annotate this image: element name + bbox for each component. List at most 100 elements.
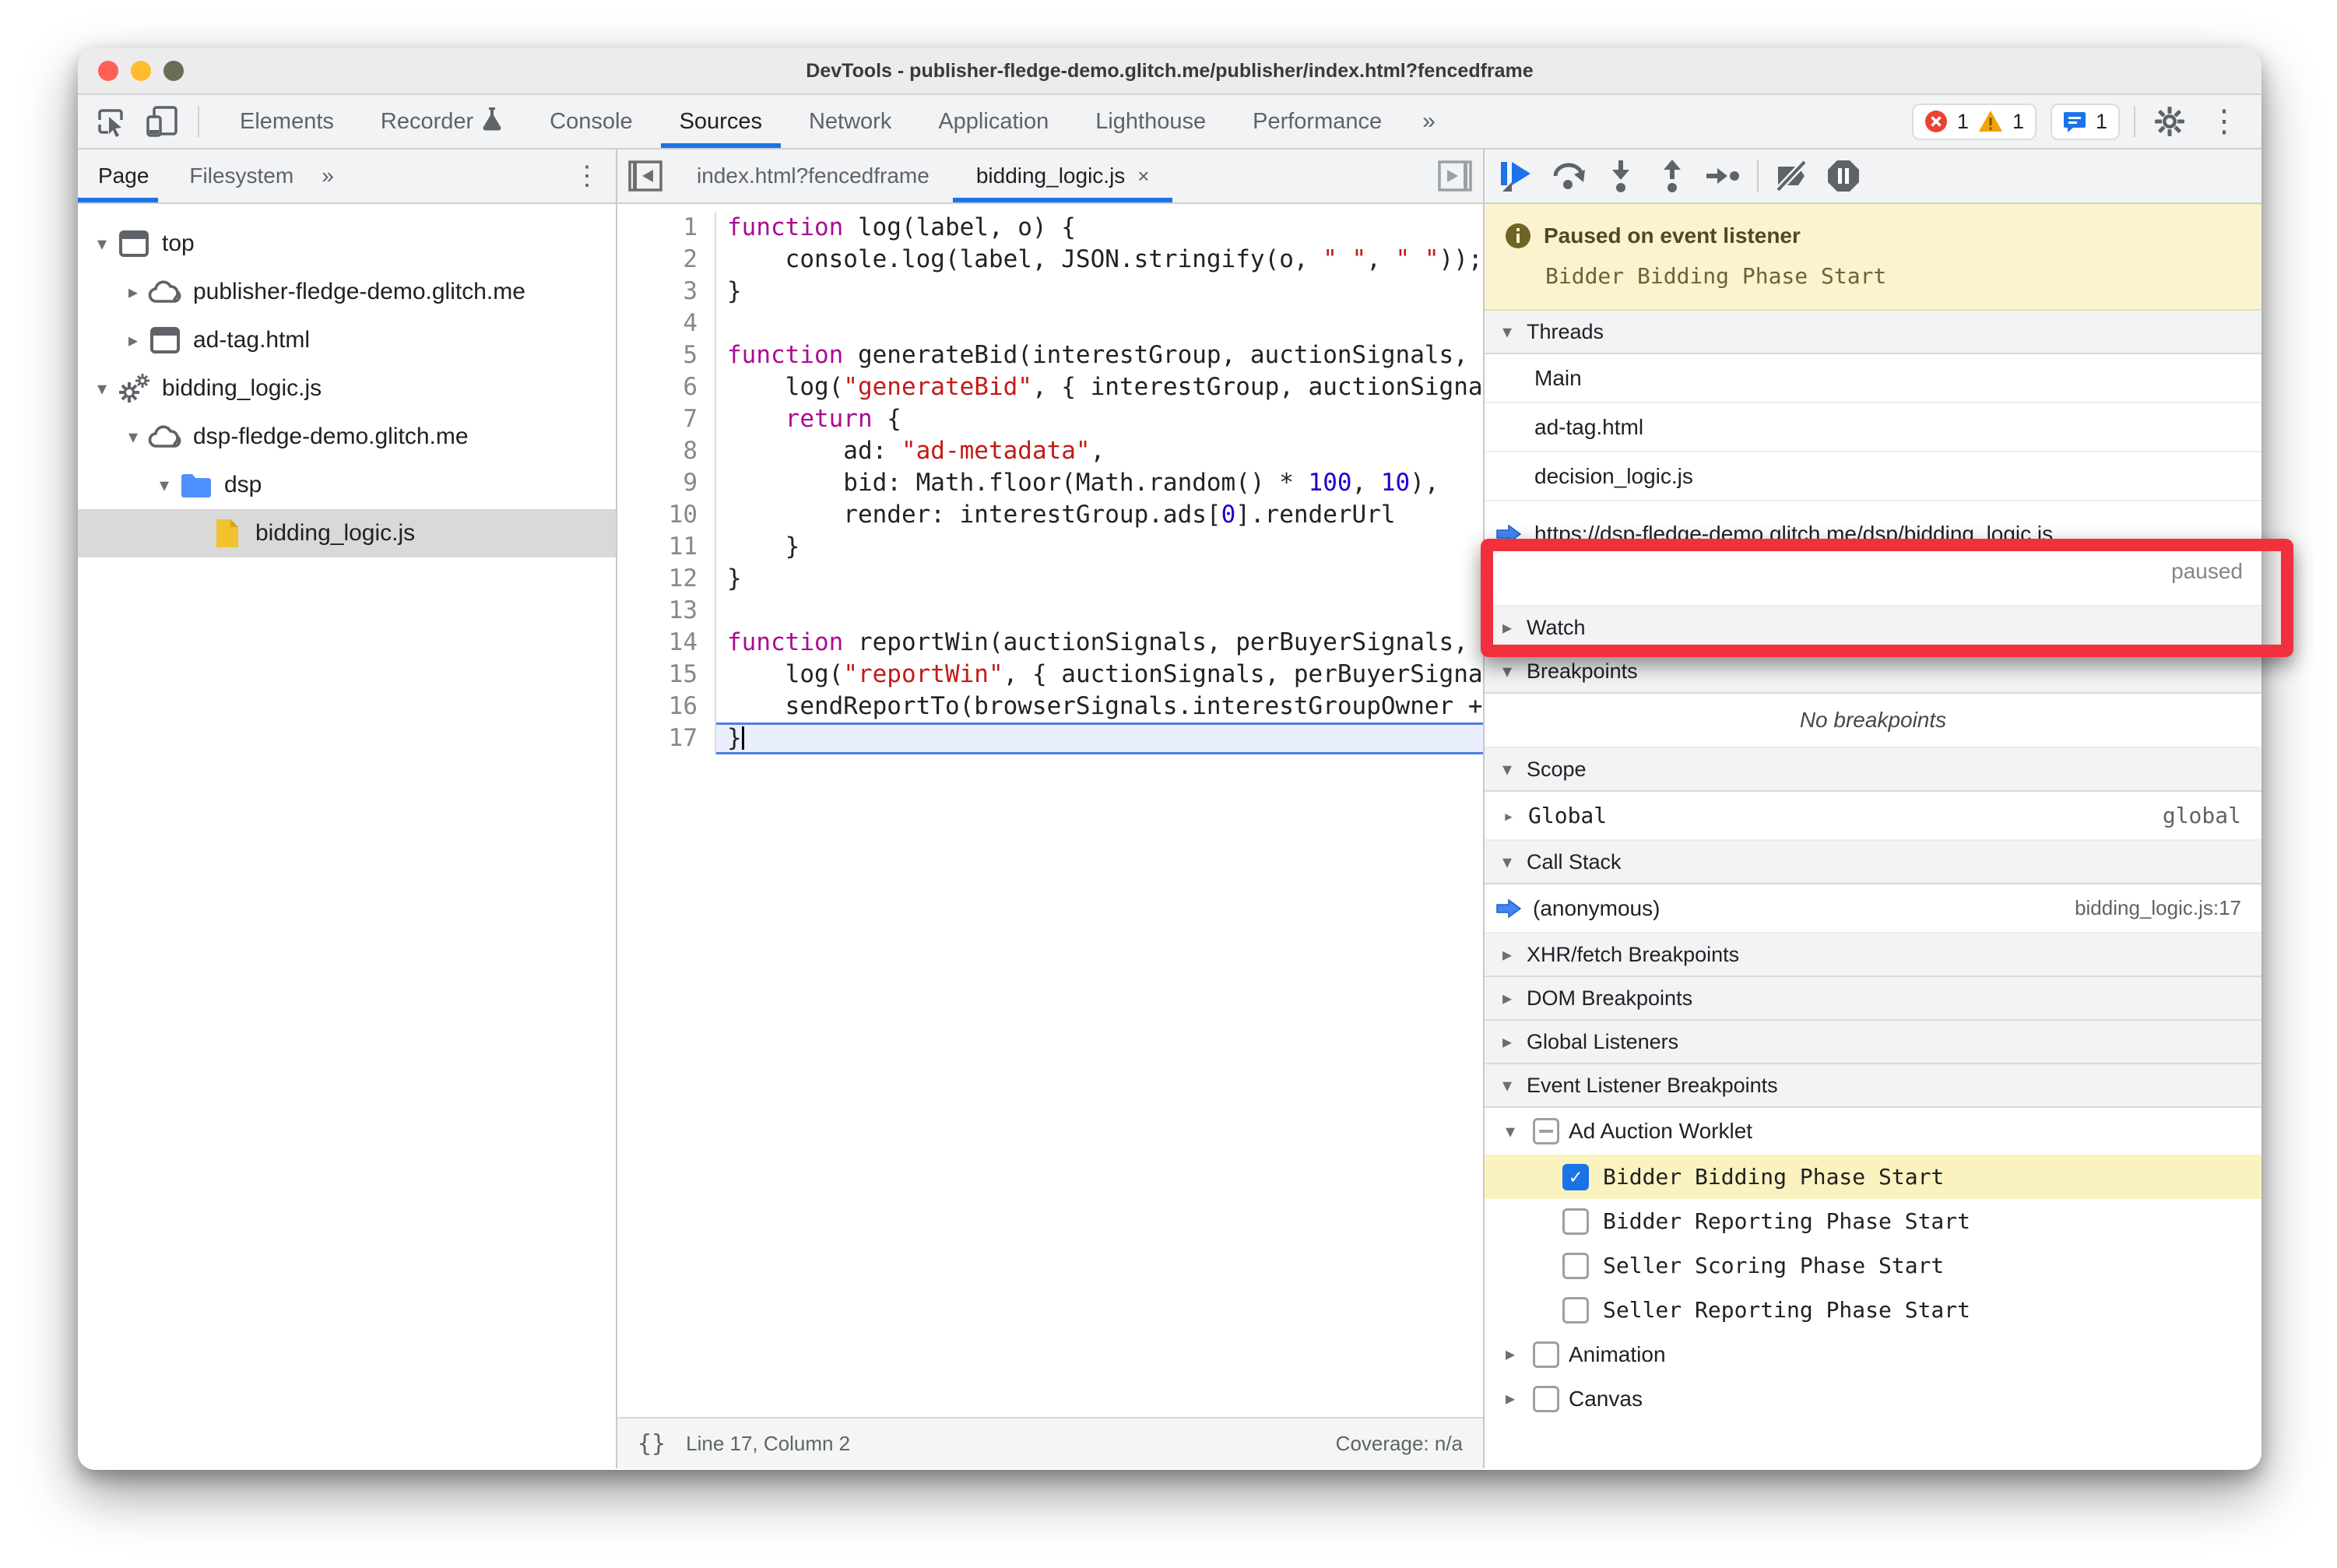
unchecked-checkbox[interactable] bbox=[1533, 1385, 1559, 1412]
step-button[interactable] bbox=[1698, 154, 1749, 198]
frame-icon bbox=[115, 228, 153, 259]
section-header-global-listeners[interactable]: ▸ Global Listeners bbox=[1485, 1021, 2261, 1064]
code-line-11: 11 } bbox=[617, 531, 1483, 563]
code-line-text: } bbox=[727, 533, 800, 561]
chevron-down-icon: ▾ bbox=[159, 474, 170, 496]
editor-statusbar: {} Line 17, Column 2 Coverage: n/a bbox=[617, 1417, 1483, 1468]
settings-gear-icon[interactable] bbox=[2149, 101, 2190, 142]
breakpoint-group-ad-auction-worklet[interactable]: ▾ Ad Auction Worklet bbox=[1485, 1108, 2261, 1155]
scope-value: global bbox=[2162, 803, 2241, 828]
error-count: 1 bbox=[1956, 109, 1969, 133]
line-number: 4 bbox=[617, 308, 716, 339]
step-out-button[interactable] bbox=[1646, 154, 1698, 198]
section-header-scope[interactable]: ▾ Scope bbox=[1485, 748, 2261, 792]
category-label: Canvas bbox=[1569, 1386, 1643, 1411]
section-header-event-listener-breakpoints[interactable]: ▾ Event Listener Breakpoints bbox=[1485, 1064, 2261, 1108]
errors-warnings-badge[interactable]: 1 1 bbox=[1911, 103, 2037, 140]
breakpoint-category-canvas[interactable]: ▸ Canvas bbox=[1485, 1376, 2261, 1421]
section-title: Breakpoints bbox=[1527, 659, 1638, 683]
section-header-breakpoints[interactable]: ▾ Breakpoints bbox=[1485, 650, 2261, 694]
code-line-text: return { bbox=[785, 405, 901, 433]
deactivate-breakpoints-button[interactable] bbox=[1766, 154, 1818, 198]
unchecked-checkbox[interactable] bbox=[1533, 1341, 1559, 1368]
thread-item-main[interactable]: Main bbox=[1485, 354, 2261, 403]
tab-recorder[interactable]: Recorder bbox=[357, 95, 526, 148]
section-header-watch[interactable]: ▸ Watch bbox=[1485, 606, 2261, 650]
cursor-position: Line 17, Column 2 bbox=[686, 1431, 851, 1455]
checked-checkbox[interactable]: ✓ bbox=[1562, 1163, 1589, 1190]
tree-item-dsp-fledge-demo-glitch-me[interactable]: ▾ dsp-fledge-demo.glitch.me bbox=[78, 413, 616, 461]
section-title: XHR/fetch Breakpoints bbox=[1527, 942, 1740, 966]
tree-item-bidding-logic-js[interactable]: bidding_logic.js bbox=[78, 509, 616, 557]
chevron-down-icon: ▾ bbox=[1502, 1074, 1513, 1096]
section-title: Watch bbox=[1527, 615, 1586, 639]
tab-sources[interactable]: Sources bbox=[656, 95, 785, 148]
callstack-frame-row[interactable]: (anonymous) bidding_logic.js:17 bbox=[1485, 884, 2261, 933]
breakpoint-bidder-bidding-phase-start[interactable]: ✓ Bidder Bidding Phase Start bbox=[1485, 1155, 2261, 1199]
sidebar-tab-page[interactable]: Page bbox=[78, 149, 169, 202]
unchecked-checkbox[interactable] bbox=[1562, 1296, 1589, 1324]
code-line-6: 6 log("generateBid", { interestGroup, au… bbox=[617, 371, 1483, 403]
issues-badge[interactable]: 1 bbox=[2050, 103, 2120, 140]
close-tab-icon[interactable]: × bbox=[1137, 164, 1149, 188]
chevron-down-icon: ▾ bbox=[128, 426, 139, 448]
section-header-dom-breakpoints[interactable]: ▸ DOM Breakpoints bbox=[1485, 977, 2261, 1021]
kebab-menu-icon[interactable]: ⋮ bbox=[2204, 101, 2244, 142]
tab-network[interactable]: Network bbox=[785, 95, 915, 148]
tab-console[interactable]: Console bbox=[526, 95, 655, 148]
breakpoint-category-animation[interactable]: ▸ Animation bbox=[1485, 1332, 2261, 1376]
show-debugger-icon[interactable] bbox=[1433, 159, 1477, 193]
thread-label: decision_logic.js bbox=[1534, 463, 1693, 488]
debugger-sections: ▾ Threads Main ad-tag.html decision_logic.js… bbox=[1485, 311, 2261, 1468]
flask-icon bbox=[481, 106, 503, 137]
section-title: DOM Breakpoints bbox=[1527, 986, 1693, 1010]
sidebar-tab-filesystem[interactable]: Filesystem bbox=[169, 149, 314, 202]
device-toolbar-icon[interactable] bbox=[142, 101, 182, 142]
section-header-threads[interactable]: ▾ Threads bbox=[1485, 311, 2261, 354]
breakpoint-bidder-reporting-phase-start[interactable]: Bidder Reporting Phase Start bbox=[1485, 1199, 2261, 1243]
thread-item-paused[interactable]: https://dsp-fledge-demo.glitch.me/dsp/bi… bbox=[1485, 501, 2261, 606]
code-view[interactable]: 1 function log(label, o) {2 console.log(l… bbox=[617, 204, 1483, 1417]
editor-tabstrip: index.html?fencedframe bidding_logic.js × bbox=[617, 149, 1483, 204]
breakpoint-seller-scoring-phase-start[interactable]: Seller Scoring Phase Start bbox=[1485, 1243, 2261, 1288]
inspect-element-icon[interactable] bbox=[90, 101, 131, 142]
tree-item-top[interactable]: ▾ top bbox=[78, 220, 616, 268]
unchecked-checkbox[interactable] bbox=[1562, 1252, 1589, 1279]
more-panels-button[interactable]: » bbox=[1405, 95, 1453, 148]
section-title: Global Listeners bbox=[1527, 1029, 1679, 1053]
tree-item-ad-tag-html[interactable]: ▸ ad-tag.html bbox=[78, 316, 616, 364]
tree-item-bidding-logic-js[interactable]: ▾ bidding_logic.js bbox=[78, 364, 616, 413]
thread-item-decision-logic-js[interactable]: decision_logic.js bbox=[1485, 452, 2261, 501]
section-header-xhr-fetch-breakpoints[interactable]: ▸ XHR/fetch Breakpoints bbox=[1485, 933, 2261, 977]
more-navigator-tabs-button[interactable]: » bbox=[314, 163, 342, 188]
line-number: 1 bbox=[617, 212, 716, 244]
tree-item-label: top bbox=[162, 230, 195, 256]
section-header-call-stack[interactable]: ▾ Call Stack bbox=[1485, 841, 2261, 884]
step-over-button[interactable] bbox=[1544, 154, 1595, 198]
editor-tab-index-html-fencedframe[interactable]: index.html?fencedframe bbox=[673, 149, 953, 202]
navigator-kebab-menu-icon[interactable]: ⋮ bbox=[574, 160, 616, 192]
unchecked-checkbox[interactable] bbox=[1562, 1208, 1589, 1235]
scope-global-row[interactable]: ▸ Global global bbox=[1485, 792, 2261, 841]
section-title: Event Listener Breakpoints bbox=[1527, 1073, 1778, 1097]
tree-item-publisher-fledge-demo-glitch-me[interactable]: ▸ publisher-fledge-demo.glitch.me bbox=[78, 268, 616, 316]
tab-lighthouse[interactable]: Lighthouse bbox=[1072, 95, 1229, 148]
tab-application[interactable]: Application bbox=[915, 95, 1072, 148]
pause-on-exceptions-button[interactable] bbox=[1818, 154, 1869, 198]
code-line-text: bid: Math.floor(Math.random() * 100, 10)… bbox=[727, 469, 1439, 497]
tree-item-dsp[interactable]: ▾ dsp bbox=[78, 461, 616, 509]
thread-item-ad-tag-html[interactable]: ad-tag.html bbox=[1485, 403, 2261, 452]
breakpoint-seller-reporting-phase-start[interactable]: Seller Reporting Phase Start bbox=[1485, 1288, 2261, 1332]
line-number: 16 bbox=[617, 691, 716, 722]
tree-item-label: publisher-fledge-demo.glitch.me bbox=[193, 279, 525, 304]
tab-elements[interactable]: Elements bbox=[216, 95, 357, 148]
tab-performance[interactable]: Performance bbox=[1229, 95, 1405, 148]
indeterminate-checkbox[interactable] bbox=[1533, 1118, 1559, 1144]
hide-navigator-icon[interactable] bbox=[624, 159, 667, 193]
debugger-pane: Paused on event listener Bidder Bidding … bbox=[1485, 149, 2261, 1468]
resume-button[interactable] bbox=[1492, 154, 1544, 198]
pretty-print-icon[interactable]: {} bbox=[638, 1430, 666, 1457]
chevron-right-icon: ▸ bbox=[1505, 1388, 1516, 1409]
editor-tab-bidding-logic-js[interactable]: bidding_logic.js × bbox=[952, 149, 1173, 202]
step-into-button[interactable] bbox=[1595, 154, 1646, 198]
